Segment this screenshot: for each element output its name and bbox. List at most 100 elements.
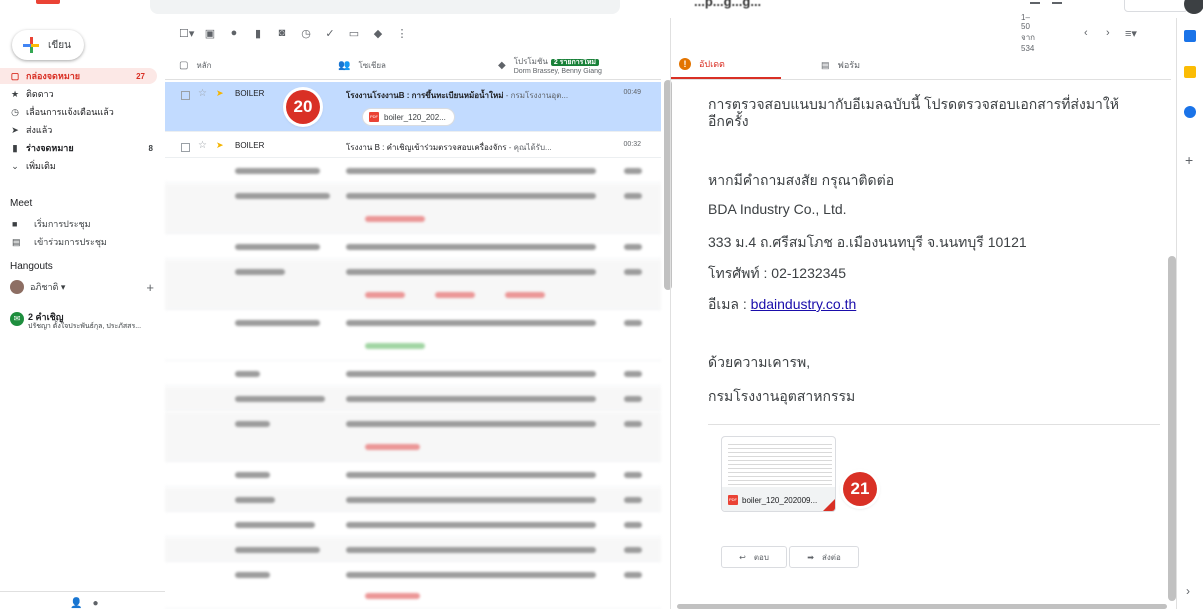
row-checkbox[interactable]: [181, 143, 190, 152]
new-badge: 2 รายการใหม่: [550, 59, 600, 66]
tab-forums[interactable]: ▤ ฟอรัม: [821, 50, 860, 80]
add-task-icon[interactable]: ✓: [323, 27, 337, 40]
settings-icon[interactable]: [1052, 2, 1062, 4]
attachment-card[interactable]: PDF boiler_120_202009...: [721, 436, 836, 512]
tab-promotions[interactable]: ◆ โปรโมชัน 2 รายการใหม่ Dorm Brassey, Ben…: [498, 50, 602, 80]
hangouts-user-name: อภิชาติ ▾: [30, 282, 66, 292]
snooze-icon[interactable]: ◷: [299, 27, 313, 40]
body-line: โทรศัพท์ : 02-1232345: [708, 265, 847, 281]
hangouts-invites[interactable]: ✉ 2 คำเชิญ ปรัชญา ตั้งใจประพันธ์กุล, ประ…: [10, 312, 165, 331]
person-icon[interactable]: 👤: [70, 598, 82, 609]
sidebar-item-starred[interactable]: ★ ติดดาว: [0, 86, 165, 102]
sidebar-item-sent[interactable]: ➤ ส่งแล้ว: [0, 122, 165, 138]
reading-scrollbar[interactable]: [1168, 256, 1176, 601]
tab-social[interactable]: 👥 โซเชียล: [338, 50, 386, 80]
calendar-icon[interactable]: [1184, 30, 1196, 42]
gmail-logo[interactable]: [36, 0, 60, 4]
row-sender: BOILER: [235, 89, 265, 98]
row-checkbox[interactable]: [181, 91, 190, 100]
row-snippet: - กรมโรงงานอุต...: [503, 91, 569, 100]
meet-title: Meet: [10, 198, 33, 209]
sidebar-item-label: เพิ่มเติม: [26, 161, 56, 171]
star-icon[interactable]: ☆: [198, 140, 207, 151]
keyboard-icon: ▤: [12, 237, 21, 247]
list-item[interactable]: [165, 563, 661, 609]
table-row[interactable]: ☆ ➤ BOILER โรงงาน B : คำเชิญเข้าร่วมตรวจ…: [165, 134, 661, 158]
mark-read-icon[interactable]: ◙: [275, 27, 289, 39]
category-tabs: ▢ หลัก 👥 โซเชียล ◆ โปรโมชัน 2 รายการใหม่ …: [165, 50, 661, 80]
unread-count: 27: [136, 71, 145, 81]
list-item[interactable]: [165, 235, 661, 259]
tab-primary[interactable]: ▢ หลัก: [179, 50, 211, 80]
attachment-name: boiler_120_202009...: [742, 495, 818, 505]
reply-icon: ↩: [739, 552, 746, 562]
list-toolbar: ☐▾ ▣ ● ▮ ◙ ◷ ✓ ▭ ◆ ⋮ 1–50 จาก 534 ‹ › ≡▾: [165, 13, 1137, 53]
clock-icon: ◷: [11, 107, 19, 117]
start-meeting-item[interactable]: ■ เริ่มการประชุม: [0, 216, 160, 232]
horizontal-scrollbar[interactable]: [677, 604, 1167, 609]
keep-icon[interactable]: [1184, 66, 1196, 78]
delete-icon[interactable]: ▮: [251, 27, 265, 40]
list-item[interactable]: [165, 311, 661, 361]
sidebar-item-drafts[interactable]: ▮ ร่างจดหมาย 8: [0, 140, 165, 156]
list-item[interactable]: [165, 463, 661, 487]
join-meeting-item[interactable]: ▤ เข้าร่วมการประชุม: [0, 234, 160, 250]
chevron-right-icon[interactable]: ›: [1186, 584, 1190, 598]
important-icon[interactable]: ➤: [216, 88, 224, 99]
list-item[interactable]: [165, 412, 661, 462]
attachment-chip[interactable]: PDF boiler_120_202...: [362, 108, 455, 126]
pdf-icon: PDF: [369, 112, 379, 122]
table-row[interactable]: ☆ ➤ BOILER โรงงานโรงงานB : การขึ้นทะเบีย…: [165, 82, 661, 132]
step-marker-20: 20: [286, 90, 320, 124]
sidebar-item-snoozed[interactable]: ◷ เลื่อนการแจ้งเตือนแล้ว: [0, 104, 165, 120]
list-item[interactable]: [165, 538, 661, 562]
message-list-pane: ☐▾ ▣ ● ▮ ◙ ◷ ✓ ▭ ◆ ⋮ 1–50 จาก 534 ‹ › ≡▾…: [165, 13, 1137, 609]
tab-label: โปรโมชัน: [513, 57, 548, 66]
people-icon: 👥: [338, 59, 351, 71]
avatar: [10, 280, 24, 294]
row-time: 00:49: [623, 89, 641, 96]
email-line: อีเมล : bdaindustry.co.th: [708, 294, 856, 316]
info-icon: !: [679, 57, 691, 70]
spam-icon[interactable]: ●: [227, 27, 241, 39]
label-icon[interactable]: ◆: [371, 27, 385, 40]
step-marker-21: 21: [843, 472, 877, 506]
hangouts-icon[interactable]: ●: [92, 598, 98, 609]
more-vert-icon[interactable]: ⋮: [395, 27, 409, 40]
reply-button[interactable]: ↩ ตอบ: [721, 546, 787, 568]
sidebar-item-inbox[interactable]: ▢ กล่องจดหมาย 27: [0, 68, 157, 84]
search-bar[interactable]: [150, 0, 620, 14]
chat-icon: ✉: [10, 312, 24, 326]
compose-button[interactable]: เขียน: [12, 30, 84, 60]
body-line: 333 ม.4 ถ.ศรีสมโภช อ.เมืองนนทบุรี จ.นนทบ…: [708, 234, 1027, 250]
nav-list: ▢ กล่องจดหมาย 27 ★ ติดดาว ◷ เลื่อนการแจ้…: [0, 68, 165, 176]
select-all-checkbox[interactable]: ☐▾: [179, 27, 194, 40]
help-icon[interactable]: [1030, 2, 1040, 4]
email-link[interactable]: bdaindustry.co.th: [751, 296, 857, 312]
sidebar-item-more[interactable]: ⌄ เพิ่มเติม: [0, 158, 165, 174]
forum-icon: ▤: [821, 59, 830, 70]
list-item[interactable]: [165, 184, 661, 234]
send-icon: ➤: [11, 125, 19, 135]
important-icon[interactable]: ➤: [216, 140, 224, 151]
list-item[interactable]: [165, 362, 661, 386]
avatar[interactable]: [1184, 0, 1203, 14]
row-snippet: - คุณได้รับ...: [506, 143, 552, 152]
body-line: หากมีคำถามสงสัย กรุณาติดต่อ: [708, 172, 895, 188]
list-item[interactable]: [165, 159, 661, 183]
list-item[interactable]: [165, 260, 661, 310]
add-addon-icon[interactable]: +: [1185, 152, 1193, 168]
tasks-icon[interactable]: [1184, 106, 1196, 118]
move-to-icon[interactable]: ▭: [347, 27, 361, 40]
tab-label: หลัก: [196, 60, 212, 70]
account-chip[interactable]: [1124, 0, 1188, 12]
hangouts-user[interactable]: อภิชาติ ▾ +: [10, 280, 160, 295]
list-item[interactable]: [165, 513, 661, 537]
archive-icon[interactable]: ▣: [203, 27, 217, 40]
list-item[interactable]: [165, 488, 661, 512]
tab-updates[interactable]: ! อัปเดต: [671, 50, 781, 79]
forward-button[interactable]: ➡ ส่งต่อ: [789, 546, 859, 568]
list-item[interactable]: [165, 387, 661, 411]
add-chat-icon[interactable]: +: [146, 280, 154, 295]
star-icon[interactable]: ☆: [198, 88, 207, 99]
